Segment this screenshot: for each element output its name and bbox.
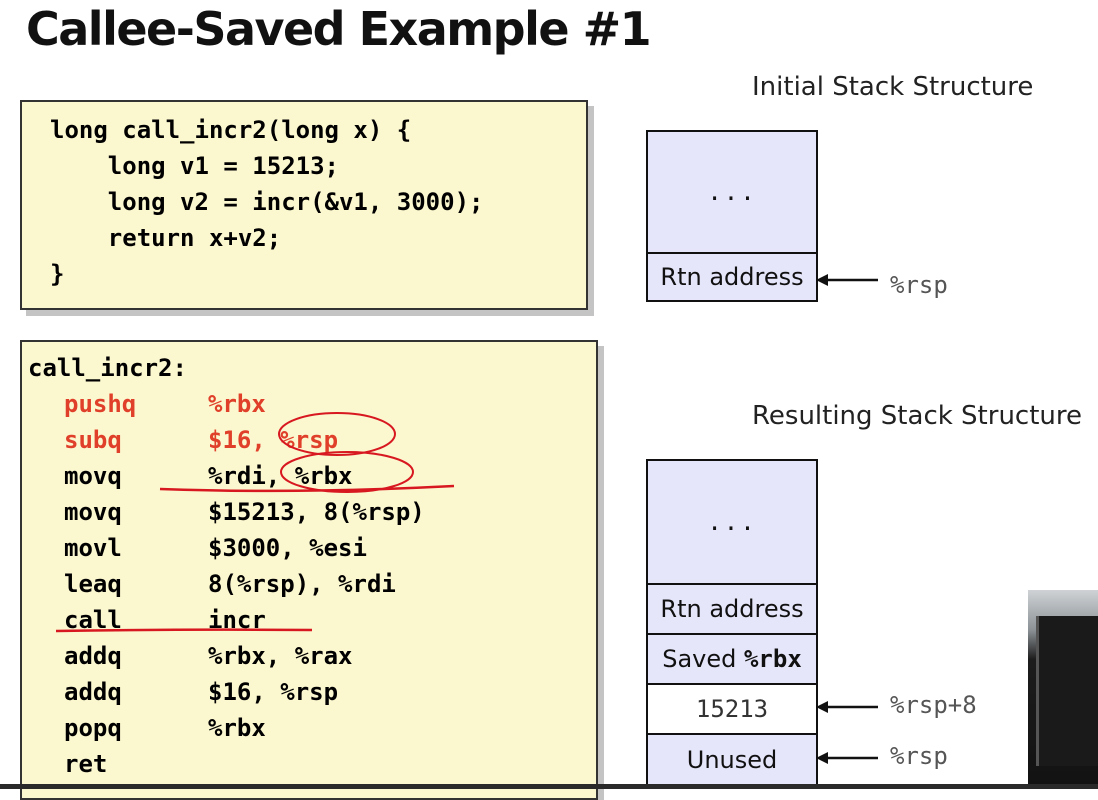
stack-cell-label: ...: [707, 178, 757, 206]
c-line: long v2 = incr(&v1, 3000);: [50, 188, 484, 216]
asm-opcode: pushq: [64, 390, 137, 418]
asm-opcode: ret: [64, 750, 108, 778]
stack-cell-register: %rbx: [743, 645, 802, 673]
asm-row: addq %rbx, %rax: [64, 638, 584, 674]
assembly-box: call_incr2: pushq %rbx subq $16, %rsp mo…: [20, 340, 598, 800]
asm-row: addq $16, %rsp: [64, 674, 584, 710]
asm-operands: 8(%rsp), %rdi: [208, 570, 396, 598]
asm-operands: incr: [208, 606, 266, 634]
c-line: }: [50, 260, 65, 288]
asm-operands: %rbx: [208, 714, 266, 742]
stack-cell-15213: 15213: [648, 683, 816, 733]
asm-row: popq %rbx: [64, 710, 584, 746]
asm-opcode: subq: [64, 426, 122, 454]
arrow-left-icon: [816, 274, 878, 286]
stack-cell-saved-rbx: Saved %rbx: [648, 633, 816, 683]
resulting-stack-caption: Resulting Stack Structure: [752, 401, 1083, 431]
c-line: long v1 = 15213;: [50, 152, 339, 180]
c-source-code: long call_incr2(long x) { long v1 = 1521…: [50, 112, 483, 292]
c-source-box: long call_incr2(long x) { long v1 = 1521…: [20, 100, 588, 310]
stack-cell-label: Rtn address: [660, 595, 804, 623]
asm-row: subq $16, %rsp: [64, 422, 584, 458]
stack-cell-return-address: Rtn address: [648, 252, 816, 300]
slide-title: Callee-Saved Example #1: [26, 2, 652, 56]
asm-opcode: addq: [64, 678, 122, 706]
stack-cell-return-address: Rtn address: [648, 583, 816, 633]
asm-row: ret: [64, 746, 584, 782]
asm-row: pushq %rbx: [64, 386, 584, 422]
stack-cell-ellipsis: ...: [648, 132, 816, 252]
stack-cell-ellipsis: ...: [648, 461, 816, 583]
rsp-pointer-label: %rsp: [890, 742, 948, 770]
arrow-left-icon: [816, 701, 878, 713]
asm-operands: $15213, 8(%rsp): [208, 498, 425, 526]
asm-operands: %rdi, %rbx: [208, 462, 353, 490]
asm-operands: $3000, %esi: [208, 534, 367, 562]
asm-operands: $16, %rsp: [208, 678, 339, 706]
stack-cell-label: Rtn address: [660, 263, 804, 291]
resulting-stack: ... Rtn address Saved %rbx 15213 Unused: [646, 459, 818, 787]
initial-stack-caption: Initial Stack Structure: [752, 72, 1034, 102]
asm-opcode: movq: [64, 498, 122, 526]
asm-row: leaq 8(%rsp), %rdi: [64, 566, 584, 602]
asm-operands: %rbx: [208, 390, 266, 418]
initial-stack: ... Rtn address: [646, 130, 818, 302]
video-overlay-panel: [1036, 616, 1098, 766]
c-line: long call_incr2(long x) {: [50, 116, 412, 144]
asm-row: movl $3000, %esi: [64, 530, 584, 566]
arrow-left-icon: [816, 752, 878, 764]
stack-cell-label: 15213: [695, 695, 769, 723]
asm-operands: $16, %rsp: [208, 426, 339, 454]
asm-opcode: movl: [64, 534, 122, 562]
stack-cell-label: Unused: [686, 746, 778, 774]
asm-function-label: call_incr2:: [28, 354, 187, 382]
stack-cell-unused: Unused: [648, 733, 816, 785]
asm-row: movq %rdi, %rbx: [64, 458, 584, 494]
rsp-plus-8-pointer-label: %rsp+8: [890, 691, 977, 719]
bottom-edge-bar: [0, 784, 1098, 789]
asm-opcode: movq: [64, 462, 122, 490]
asm-opcode: call: [64, 606, 122, 634]
asm-opcode: popq: [64, 714, 122, 742]
asm-row: call incr: [64, 602, 584, 638]
asm-operands: %rbx, %rax: [208, 642, 353, 670]
c-line: return x+v2;: [50, 224, 282, 252]
asm-opcode: leaq: [64, 570, 122, 598]
asm-opcode: addq: [64, 642, 122, 670]
stack-cell-label: Saved: [662, 645, 744, 673]
rsp-pointer-label: %rsp: [890, 271, 948, 299]
asm-row: movq $15213, 8(%rsp): [64, 494, 584, 530]
stack-cell-label: ...: [707, 508, 757, 536]
